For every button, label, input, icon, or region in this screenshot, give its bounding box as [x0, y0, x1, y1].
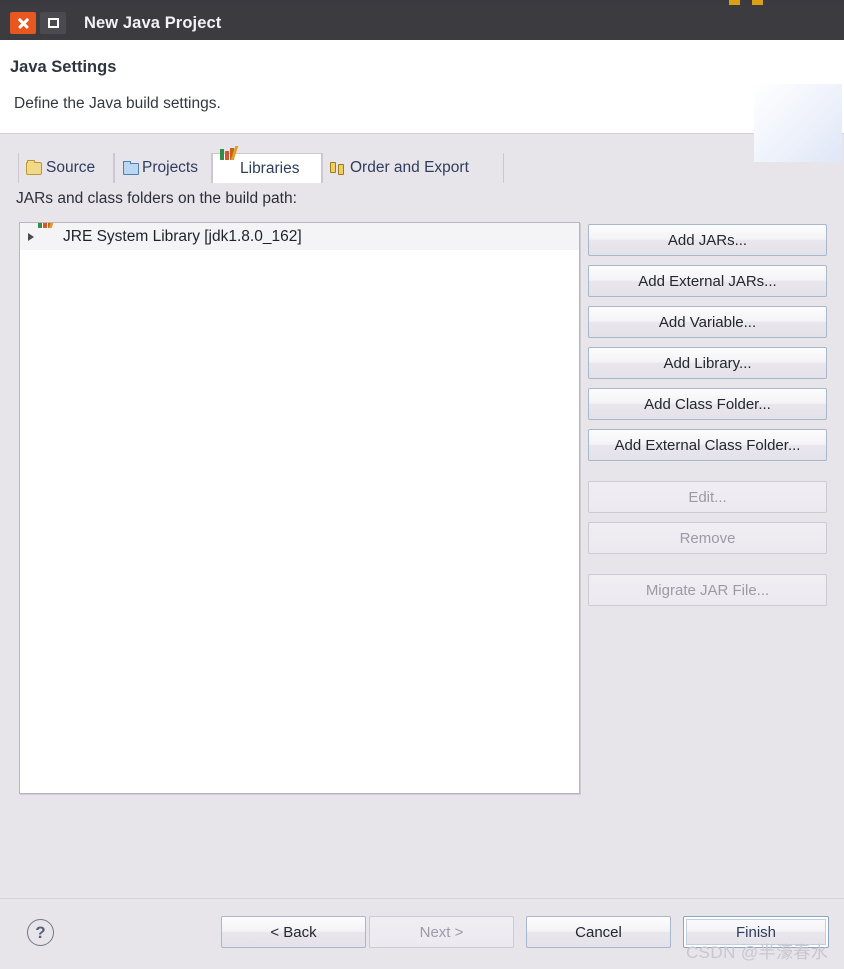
order-arrows-icon	[330, 161, 347, 176]
finish-button[interactable]: Finish	[683, 916, 829, 948]
background-window-marker	[729, 0, 740, 5]
wizard-header: Java Settings Define the Java build sett…	[0, 40, 844, 162]
next-button[interactable]: Next >	[369, 916, 514, 948]
libraries-books-icon	[220, 146, 239, 176]
add-jars-button[interactable]: Add JARs...	[588, 224, 827, 256]
window-title: New Java Project	[84, 13, 222, 32]
tab-libraries-label: Libraries	[240, 159, 300, 177]
title-bar: New Java Project	[0, 6, 844, 40]
edit-button[interactable]: Edit...	[588, 481, 827, 513]
new-java-project-dialog: New Java Project Java Settings Define th…	[0, 0, 844, 969]
tab-order-and-export-label: Order and Export	[350, 159, 469, 176]
close-icon[interactable]	[10, 12, 36, 34]
maximize-square-glyph	[47, 18, 59, 28]
source-folder-icon	[26, 159, 43, 176]
table-row[interactable]: JRE System Library [jdk1.8.0_162]	[20, 223, 579, 250]
page-subtitle: Define the Java build settings.	[14, 95, 221, 112]
collapsed-arrow-icon[interactable]	[24, 232, 38, 241]
projects-folder-icon	[122, 160, 139, 176]
add-class-folder-button[interactable]: Add Class Folder...	[588, 388, 827, 420]
tab-bar: Source Projects Libraries Order and Expo…	[0, 146, 844, 183]
tab-source[interactable]: Source	[18, 153, 114, 183]
tree-row-label: JRE System Library [jdk1.8.0_162]	[63, 227, 302, 245]
tab-projects-label: Projects	[142, 159, 198, 176]
help-question-icon[interactable]: ?	[27, 919, 54, 946]
tab-libraries[interactable]: Libraries	[212, 146, 322, 183]
banner-backdrop	[754, 84, 842, 162]
page-title: Java Settings	[10, 58, 117, 76]
add-external-class-folder-button[interactable]: Add External Class Folder...	[588, 429, 827, 461]
build-path-tree[interactable]: JRE System Library [jdk1.8.0_162]	[19, 222, 580, 794]
add-variable-button[interactable]: Add Variable...	[588, 306, 827, 338]
footer-divider	[0, 898, 844, 899]
background-window-marker	[752, 0, 763, 5]
tab-projects[interactable]: Projects	[114, 153, 212, 183]
tab-order-and-export[interactable]: Order and Export	[322, 153, 504, 183]
build-path-section-label: JARs and class folders on the build path…	[16, 190, 297, 207]
add-library-button[interactable]: Add Library...	[588, 347, 827, 379]
tab-source-label: Source	[46, 159, 96, 176]
cancel-button[interactable]: Cancel	[526, 916, 671, 948]
add-external-jars-button[interactable]: Add External JARs...	[588, 265, 827, 297]
migrate-jar-file-button[interactable]: Migrate JAR File...	[588, 574, 827, 606]
maximize-icon[interactable]	[40, 12, 66, 34]
libraries-books-icon	[38, 223, 58, 245]
java-project-folder-icon	[753, 84, 842, 162]
back-button[interactable]: < Back	[221, 916, 366, 948]
remove-button[interactable]: Remove	[588, 522, 827, 554]
